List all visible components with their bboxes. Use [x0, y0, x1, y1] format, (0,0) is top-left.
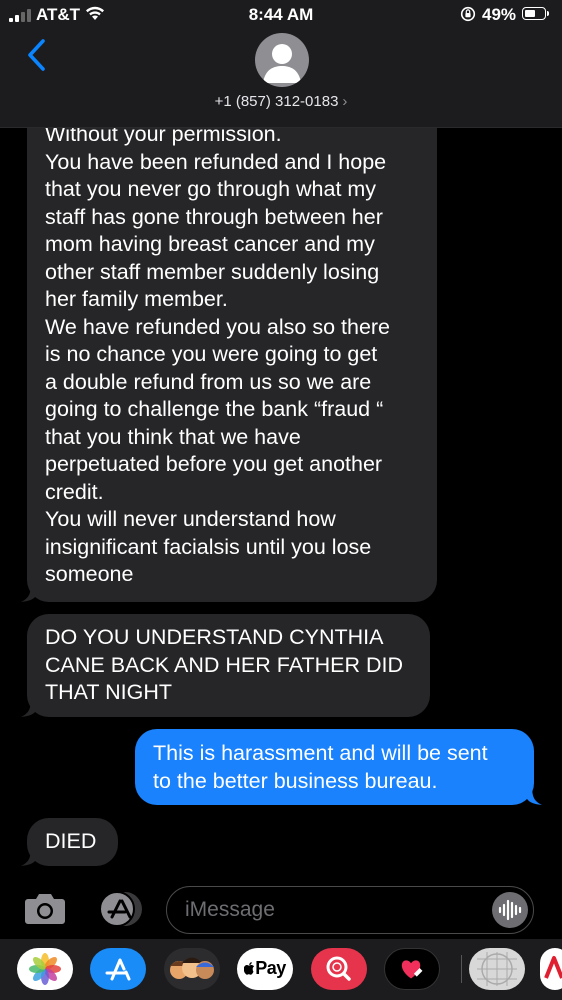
back-chevron-icon[interactable]: [25, 38, 49, 72]
bubble-tail: [21, 582, 37, 602]
conversation-header: AT&T 8:44 AM 49% +1 (857) 312-0183 ›: [0, 0, 562, 128]
camera-icon[interactable]: [24, 891, 66, 925]
message-line: insignificant facialsis until you lose: [45, 534, 372, 559]
message-line: You have been refunded and I hope: [45, 149, 387, 174]
message-line: perpetuated before you get another: [45, 452, 383, 476]
message-line: other staff member suddenly losing: [45, 259, 380, 284]
message-line: We have refunded you also so there: [45, 314, 391, 339]
message-line: to the better business bureau.: [153, 768, 438, 793]
imessage-placeholder: iMessage: [185, 898, 275, 921]
search-images-icon[interactable]: [311, 948, 367, 990]
apple-pay-label: Pay: [255, 958, 286, 978]
waveform-icon: [498, 899, 522, 921]
contact-name[interactable]: +1 (857) 312-0183 ›: [0, 93, 562, 110]
message-line: someone: [45, 562, 134, 586]
message-bubble-received[interactable]: DO YOU UNDERSTAND CYNTHIA CANE BACK AND H…: [27, 614, 430, 717]
person-silhouette-icon: [263, 44, 301, 83]
digital-touch-icon[interactable]: [384, 948, 440, 990]
message-line: a double refund from us so we are: [45, 369, 372, 394]
message-line: her family member.: [45, 287, 228, 311]
orientation-lock-icon: [460, 6, 476, 22]
battery-icon: [522, 7, 549, 20]
message-line: going to challenge the bank “fraud “: [45, 397, 384, 421]
message-line: that you think that we have: [45, 424, 301, 449]
apple-pay-icon[interactable]: Pay: [237, 948, 293, 990]
message-line: mom having breast cancer and my: [45, 232, 375, 256]
app-store-button-icon[interactable]: [95, 890, 143, 928]
app-store-icon[interactable]: [90, 948, 146, 990]
bubble-tail: [526, 785, 542, 805]
message-line: credit.: [45, 479, 104, 504]
bubble-tail: [21, 697, 37, 717]
contact-avatar[interactable]: [255, 33, 309, 87]
audio-message-button[interactable]: [492, 892, 528, 928]
message-line: DIED: [45, 829, 97, 853]
message-line: staff has gone through between her: [45, 204, 383, 229]
message-line: is no chance you were going to get: [45, 342, 378, 366]
status-time: 8:44 AM: [248, 5, 314, 24]
message-bubble-received[interactable]: Without your permission. You have been re…: [27, 100, 437, 602]
chevron-right-icon: ›: [342, 93, 348, 110]
status-bar: AT&T 8:44 AM 49%: [0, 0, 562, 30]
imessage-input[interactable]: iMessage: [166, 886, 534, 934]
contact-phone-number: +1 (857) 312-0183: [214, 93, 339, 110]
message-line: This is harassment and will be sent: [153, 741, 488, 765]
message-line: that you never go through what my: [45, 177, 377, 201]
drawer-separator: [461, 955, 462, 983]
message-line: DO YOU UNDERSTAND CYNTHIA: [45, 625, 384, 649]
message-line: THAT NIGHT: [45, 680, 173, 704]
photos-icon[interactable]: [17, 948, 73, 990]
bubble-tail: [21, 846, 37, 866]
partial-app-icon[interactable]: [540, 948, 562, 990]
message-bubble-sent[interactable]: This is harassment and will be sent to th…: [135, 729, 534, 805]
battery-percent: 49%: [482, 5, 517, 24]
grid-app-icon[interactable]: [469, 948, 525, 990]
message-line: CANE BACK AND HER FATHER DID: [45, 652, 403, 677]
app-drawer: Pay: [0, 939, 562, 1000]
memoji-icon[interactable]: [164, 948, 220, 990]
message-line: You will never understand how: [45, 507, 336, 531]
apple-logo-icon: [243, 962, 255, 975]
